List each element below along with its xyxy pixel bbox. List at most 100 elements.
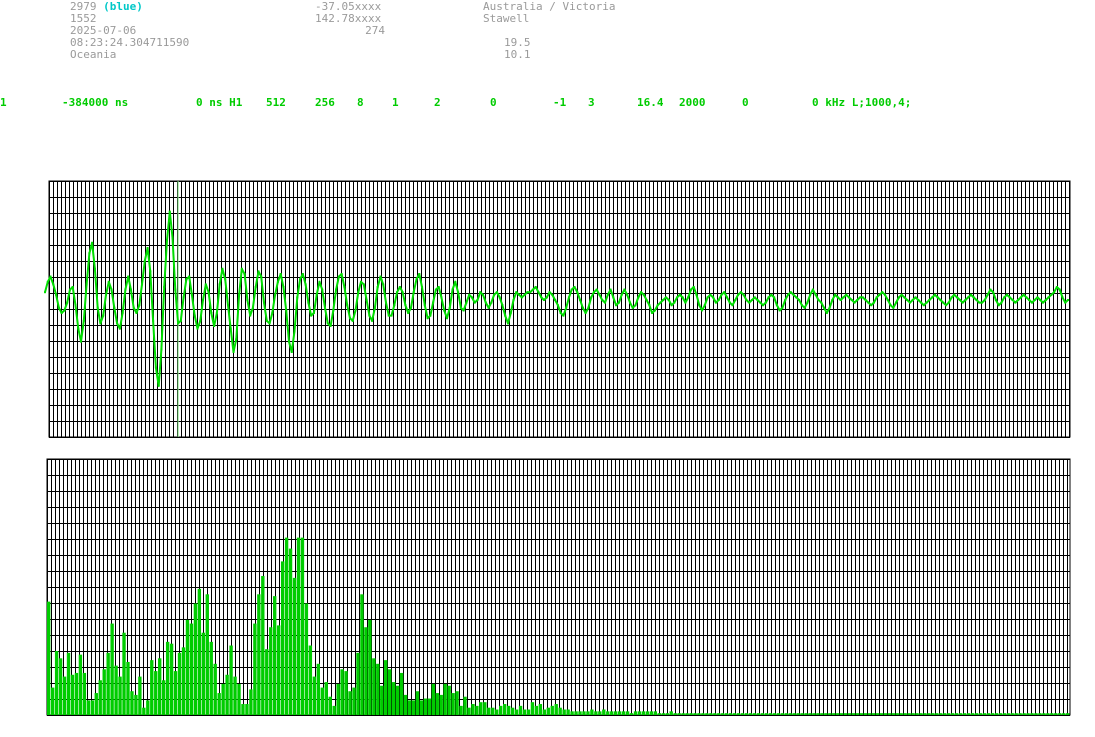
waveform-point bbox=[107, 280, 110, 283]
spectrum-bar bbox=[526, 709, 531, 715]
spectrum-bar bbox=[717, 713, 721, 715]
spectrum-bar bbox=[633, 711, 638, 715]
waveform-point bbox=[404, 304, 407, 307]
waveform-point bbox=[695, 293, 698, 296]
waveform-point bbox=[534, 286, 537, 288]
waveform-point bbox=[689, 288, 692, 291]
waveform-point bbox=[459, 306, 462, 309]
spectrum-bar bbox=[423, 698, 428, 715]
waveform-point bbox=[809, 293, 812, 296]
waveform-point bbox=[426, 317, 429, 320]
waveform-point bbox=[1064, 301, 1067, 304]
waveform-point bbox=[188, 275, 191, 278]
waveform-point bbox=[346, 304, 349, 307]
waveform-point bbox=[215, 312, 218, 314]
spectrum-bar bbox=[653, 711, 658, 715]
waveform-point bbox=[168, 210, 171, 213]
waveform-point bbox=[132, 306, 135, 309]
waveform-point bbox=[1025, 296, 1028, 299]
waveform-point bbox=[412, 291, 415, 294]
spectrum-bar bbox=[467, 707, 471, 715]
waveform-point bbox=[748, 301, 751, 304]
spectrum-bar bbox=[645, 711, 650, 715]
spectrum-bar bbox=[879, 713, 884, 715]
waveform-point bbox=[218, 283, 221, 286]
waveform-point bbox=[656, 304, 659, 307]
spectrum-bar bbox=[225, 674, 229, 715]
waveform-point bbox=[820, 301, 823, 304]
waveform-point bbox=[936, 296, 939, 299]
waveform-point bbox=[823, 306, 826, 309]
waveform-point bbox=[462, 309, 465, 312]
spectrum-bar bbox=[990, 713, 995, 715]
spectrum-bar bbox=[768, 713, 773, 715]
waveform-point bbox=[942, 301, 945, 304]
spectrum-bar bbox=[816, 713, 820, 715]
spectrum-bar bbox=[146, 700, 150, 715]
spectrum-bar bbox=[1062, 713, 1066, 715]
waveform-point bbox=[989, 288, 992, 291]
spectrum-bar bbox=[451, 693, 455, 715]
waveform-point bbox=[285, 309, 288, 312]
waveform-point bbox=[509, 312, 512, 314]
spectrum-bar bbox=[510, 707, 515, 715]
waveform-point bbox=[174, 288, 177, 291]
spectrum-bar bbox=[800, 713, 804, 715]
waveform-point bbox=[764, 301, 767, 304]
waveform-point bbox=[784, 299, 787, 301]
spectrum-bar bbox=[292, 577, 297, 715]
spectrum-bar bbox=[1058, 713, 1062, 715]
waveform-point bbox=[795, 296, 798, 299]
waveform-point bbox=[276, 280, 279, 283]
spectrum-bar bbox=[364, 627, 368, 715]
spectrum-bar bbox=[495, 709, 499, 715]
waveform-point bbox=[742, 293, 745, 296]
waveform-point bbox=[889, 304, 892, 307]
spectrum-bar bbox=[836, 713, 840, 715]
waveform-point bbox=[648, 304, 651, 307]
spectrum-bar bbox=[812, 713, 816, 715]
spectrum-bar bbox=[657, 713, 661, 715]
waveform-point bbox=[703, 304, 706, 307]
waveform-point bbox=[789, 291, 792, 294]
spectrum-bar bbox=[875, 713, 880, 715]
spectrum-bar bbox=[736, 713, 741, 715]
waveform-point bbox=[154, 366, 157, 369]
waveform-point bbox=[434, 288, 437, 291]
waveform-point bbox=[501, 304, 504, 307]
spectrum-bar bbox=[487, 707, 491, 715]
spectrum-bar bbox=[304, 603, 309, 715]
waveform-point bbox=[523, 293, 526, 296]
waveform-point bbox=[562, 314, 565, 317]
waveform-point bbox=[620, 293, 623, 296]
spectrum-bar bbox=[748, 713, 753, 715]
waveform-point bbox=[1033, 299, 1036, 301]
spectrum-bar bbox=[756, 713, 761, 715]
spectrum-bar bbox=[518, 705, 523, 715]
spectrum-bar bbox=[982, 713, 987, 715]
waveform-point bbox=[762, 304, 765, 307]
waveform-point bbox=[684, 301, 687, 304]
waveform-point bbox=[1022, 293, 1025, 296]
waveform-point bbox=[1044, 299, 1047, 301]
waveform-point bbox=[884, 293, 887, 296]
spectrum-bar bbox=[923, 713, 927, 715]
spectrum-bar bbox=[522, 709, 527, 715]
waveform-point bbox=[723, 291, 726, 294]
spectrum-bar bbox=[189, 623, 194, 715]
spectrum-bar bbox=[245, 704, 249, 715]
waveform-point bbox=[235, 338, 238, 340]
spectrum-bar bbox=[725, 713, 729, 715]
waveform-point bbox=[246, 299, 249, 301]
waveform-point bbox=[900, 293, 903, 296]
spectrum-bar bbox=[947, 713, 951, 715]
spectrum-bar bbox=[669, 711, 673, 715]
spectrum-bar bbox=[804, 713, 808, 715]
waveform-point bbox=[592, 291, 595, 294]
waveform-point bbox=[160, 348, 163, 351]
spectrum-bar bbox=[958, 713, 963, 715]
waveform-point bbox=[825, 312, 828, 314]
waveform-point bbox=[71, 286, 74, 288]
waveform-point bbox=[265, 319, 268, 322]
spectrum-bar bbox=[70, 674, 75, 715]
